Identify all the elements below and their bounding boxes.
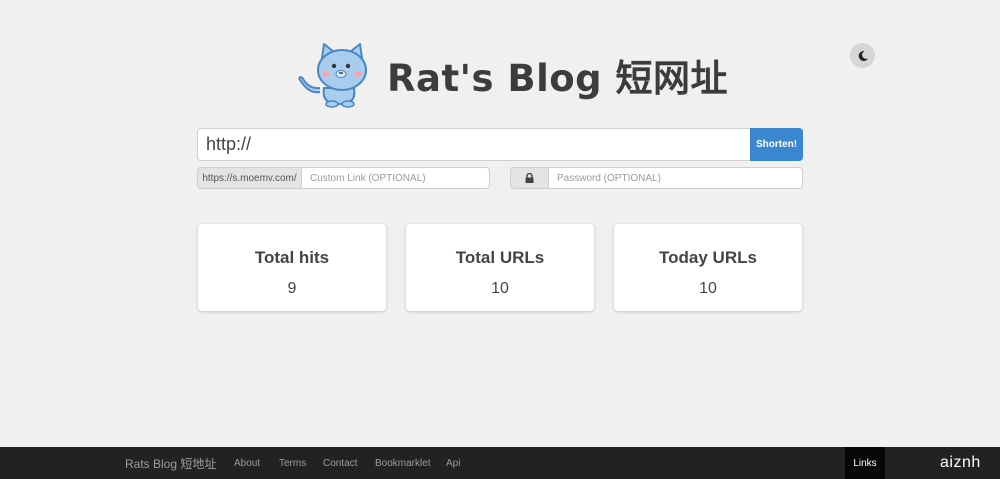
shorten-button[interactable]: Shorten!	[750, 128, 803, 161]
footer-navbar: Rats Blog 短地址 About Terms Contact Bookma…	[0, 447, 1000, 479]
nav-link-bookmarklet[interactable]: Bookmarklet	[375, 447, 431, 479]
password-addon	[510, 167, 548, 189]
site-title: Rat's Blog 短网址	[387, 57, 729, 100]
password-group	[510, 167, 803, 189]
stat-value: 9	[287, 280, 297, 297]
stat-value: 10	[699, 280, 717, 297]
stat-value: 10	[491, 280, 509, 297]
long-url-input[interactable]	[197, 128, 750, 161]
shorten-form: Shorten!	[197, 128, 803, 161]
lock-icon	[525, 173, 534, 183]
site-header: Rat's Blog 短网址	[292, 40, 728, 110]
nav-link-contact[interactable]: Contact	[323, 447, 357, 479]
stat-card-today-urls: Today URLs 10	[614, 224, 802, 311]
stat-label: Total hits	[254, 248, 330, 267]
password-input[interactable]	[548, 167, 803, 189]
dark-mode-toggle[interactable]	[850, 43, 875, 68]
custom-link-group: https://s.moemv.com/	[197, 167, 490, 189]
custom-link-input[interactable]	[301, 167, 490, 189]
watermark-text: aiznh	[940, 454, 981, 471]
short-domain-prefix: https://s.moemv.com/	[197, 167, 301, 189]
footer-brand-link[interactable]: Rats Blog 短地址	[125, 447, 216, 479]
links-button[interactable]: Links	[845, 447, 885, 479]
cat-mascot-logo	[298, 43, 367, 108]
moon-icon	[858, 50, 868, 61]
nav-link-terms[interactable]: Terms	[279, 447, 306, 479]
nav-link-api[interactable]: Api	[446, 447, 460, 479]
stat-label: Total URLs	[455, 248, 545, 267]
stat-card-total-hits: Total hits 9	[198, 224, 386, 311]
stat-label: Today URLs	[659, 248, 757, 267]
stat-card-total-urls: Total URLs 10	[406, 224, 594, 311]
nav-link-about[interactable]: About	[234, 447, 260, 479]
